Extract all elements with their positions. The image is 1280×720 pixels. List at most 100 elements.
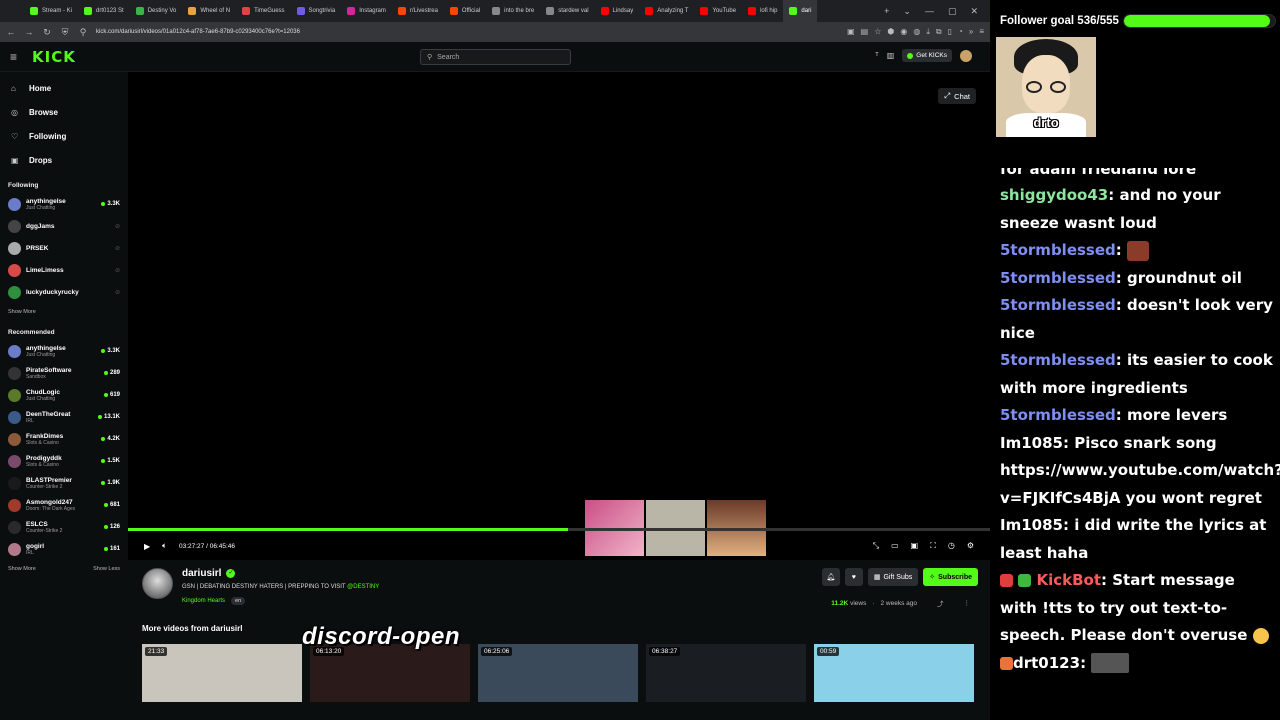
browser-tab[interactable]: Analyzing T — [639, 0, 694, 22]
reader-icon[interactable]: ▤ — [861, 27, 869, 37]
browser-tab[interactable]: Songtrivia — [291, 0, 342, 22]
follow-heart-icon[interactable]: ♥ — [844, 568, 863, 586]
minimize-icon[interactable]: — — [925, 6, 934, 17]
sidebar-channel[interactable]: gogirl IRL 161 — [8, 538, 120, 560]
shield-icon[interactable]: ⛨ — [60, 27, 70, 38]
sidebar-channel[interactable]: luckyduckyrucky ⊘ — [8, 281, 120, 303]
reload-icon[interactable]: ↻ — [42, 27, 52, 38]
fullscreen-icon[interactable]: ⛶ — [930, 541, 936, 551]
video-thumbnail[interactable]: 21:33 — [142, 644, 302, 702]
chat-username[interactable]: KickBot — [1036, 571, 1101, 589]
kick-logo[interactable]: KICK — [32, 48, 76, 66]
extension-icon[interactable]: ◉ — [900, 27, 907, 37]
video-thumbnail[interactable]: 06:13:20 — [310, 644, 470, 702]
gift-subs-button[interactable]: ▦ Gift Subs — [867, 568, 919, 586]
search-input[interactable]: ⚲ Search — [420, 49, 571, 65]
browser-tab[interactable]: drt0123 St — [78, 0, 130, 22]
chat-username[interactable]: Im1085 — [1000, 434, 1063, 452]
browser-tab[interactable]: YouTube — [694, 0, 742, 22]
inbox-icon[interactable]: ▥ — [887, 51, 895, 60]
sidebar-channel[interactable]: BLASTPremier Counter-Strike 2 1.9K — [8, 472, 120, 494]
video-thumbnail[interactable]: 06:25:06 — [478, 644, 638, 702]
language-tag[interactable]: en — [231, 597, 246, 605]
seek-bar[interactable] — [128, 528, 990, 531]
streamer-name[interactable]: dariusirl — [182, 568, 221, 579]
browser-tab[interactable]: Lindsay — [595, 0, 640, 22]
sidebar-channel[interactable]: PRSEK ⊘ — [8, 237, 120, 259]
sidebar-channel[interactable]: Prodigyddk Slots & Casino 1.5K — [8, 450, 120, 472]
browser-tab[interactable]: dari — [783, 0, 818, 22]
sidebar-channel[interactable]: PirateSoftware Sandbox 289 — [8, 362, 120, 384]
sidebar-item-home[interactable]: ⌂ Home — [8, 76, 120, 100]
stream-category-link[interactable]: Kingdom Hearts — [182, 598, 225, 604]
clip-icon[interactable]: ⤡ — [873, 541, 879, 551]
maximize-icon[interactable]: ▢ — [948, 6, 957, 17]
subscribe-button[interactable]: ✧ Subscribe — [923, 568, 978, 586]
extension-icon[interactable]: ⬢ — [887, 27, 894, 37]
notification-bell-icon[interactable]: 🔔︎ — [821, 568, 840, 586]
video-thumbnail[interactable]: 06:38:27 — [646, 644, 806, 702]
pip-icon[interactable]: ▣ — [911, 541, 919, 551]
sidebar-channel[interactable]: LimeLimess ⊘ — [8, 259, 120, 281]
chat-username[interactable]: 5tormblessed — [1000, 406, 1116, 424]
video-thumbnail[interactable]: 00:59 — [814, 644, 974, 702]
title-mention-link[interactable]: @DESTINY — [347, 584, 379, 590]
bookmark-star-icon[interactable]: ☆ — [874, 27, 881, 37]
close-window-icon[interactable]: ✕ — [970, 6, 978, 17]
user-avatar[interactable] — [960, 49, 972, 62]
theater-mode-icon[interactable]: ▭ — [891, 541, 899, 551]
puzzle-icon[interactable]: ⧉ — [936, 27, 942, 37]
sidebar-item-following[interactable]: ♡ Following — [8, 124, 120, 148]
video-player[interactable]: ⤢Chat ▶ 🔈︎ 03:27:27 / 06:45:46 ⤡ ▭ ▣ ⛶ — [128, 72, 990, 560]
browser-tab[interactable]: Instagram — [341, 0, 392, 22]
sidebar-channel[interactable]: anythingelse Just Chatting 3.3K — [8, 193, 120, 215]
browser-tab[interactable]: lofi hip — [742, 0, 783, 22]
hamburger-menu-icon[interactable]: ≡ — [10, 50, 28, 64]
sidebar-channel[interactable]: ChudLogic Just Chatting 619 — [8, 384, 120, 406]
tab-list-icon[interactable]: ⌄ — [903, 6, 911, 17]
following-show-more[interactable]: Show More — [8, 309, 36, 315]
sidebar-item-drops[interactable]: ▣ Drops — [8, 148, 120, 172]
streamer-avatar[interactable] — [142, 568, 173, 599]
browser-tab[interactable]: Official — [444, 0, 486, 22]
sidebar-channel[interactable]: dggJams ⊘ — [8, 215, 120, 237]
sidebar-channel[interactable]: anythingelse Just Chatting 3.3K — [8, 340, 120, 362]
screenshot-icon[interactable]: ▣ — [847, 27, 855, 37]
chat-username[interactable]: Im1085 — [1000, 516, 1063, 534]
chat-username[interactable]: 5tormblessed — [1000, 269, 1116, 287]
chat-username[interactable]: 5tormblessed — [1000, 241, 1116, 259]
sidebar-channel[interactable]: DeenTheGreat IRL 13.1K — [8, 406, 120, 428]
back-icon[interactable]: ← — [6, 27, 16, 37]
chat-username[interactable]: shiggydoo43 — [1000, 186, 1108, 204]
recommended-show-less[interactable]: Show Less — [93, 566, 120, 572]
browser-tab[interactable]: TimeGuess — [236, 0, 290, 22]
sidebar-toggle-icon[interactable]: ▯ — [948, 27, 952, 37]
browser-tab[interactable]: Destiny Vo — [130, 0, 183, 22]
forward-icon[interactable]: → — [24, 27, 34, 37]
sidebar-channel[interactable]: ESLCS Counter-Strike 2 126 — [8, 516, 120, 538]
browser-tab[interactable]: r/Livestrea — [392, 0, 444, 22]
browser-tab[interactable]: Wheel of N — [182, 0, 236, 22]
chat-username[interactable]: 5tormblessed — [1000, 296, 1116, 314]
profile-icon[interactable]: ◔ — [958, 27, 963, 37]
overflow-icon[interactable]: » — [969, 27, 973, 37]
extension-icon[interactable]: ◍ — [913, 27, 920, 37]
play-icon[interactable]: ▶ — [144, 542, 150, 551]
speed-icon[interactable]: ◷ — [948, 541, 955, 551]
sidebar-channel[interactable]: Asmongold247 Doom: The Dark Ages 681 — [8, 494, 120, 516]
settings-gear-icon[interactable]: ⚙ — [967, 541, 974, 551]
chat-username[interactable]: 5tormblessed — [1000, 351, 1116, 369]
share-icon[interactable]: ⤴ — [937, 598, 944, 608]
browser-tab[interactable]: stardew val — [540, 0, 594, 22]
more-options-icon[interactable]: ⋮ — [964, 599, 971, 607]
recommended-show-more[interactable]: Show More — [8, 566, 36, 572]
site-info-icon[interactable]: ⚲ — [78, 27, 88, 38]
download-icon[interactable]: ⤓ — [926, 27, 930, 37]
menu-icon[interactable]: ≡ — [979, 27, 984, 37]
chat-toggle-button[interactable]: ⤢ Chat — [938, 88, 976, 104]
browser-tab[interactable]: into the bre — [486, 0, 540, 22]
chat-username[interactable]: drt0123 — [1013, 654, 1080, 672]
translate-icon[interactable]: ᵀ — [875, 51, 878, 60]
new-tab-icon[interactable]: + — [884, 6, 889, 17]
url-field[interactable]: kick.com/dariusirl/videos/01a012c4-af78-… — [96, 29, 839, 35]
